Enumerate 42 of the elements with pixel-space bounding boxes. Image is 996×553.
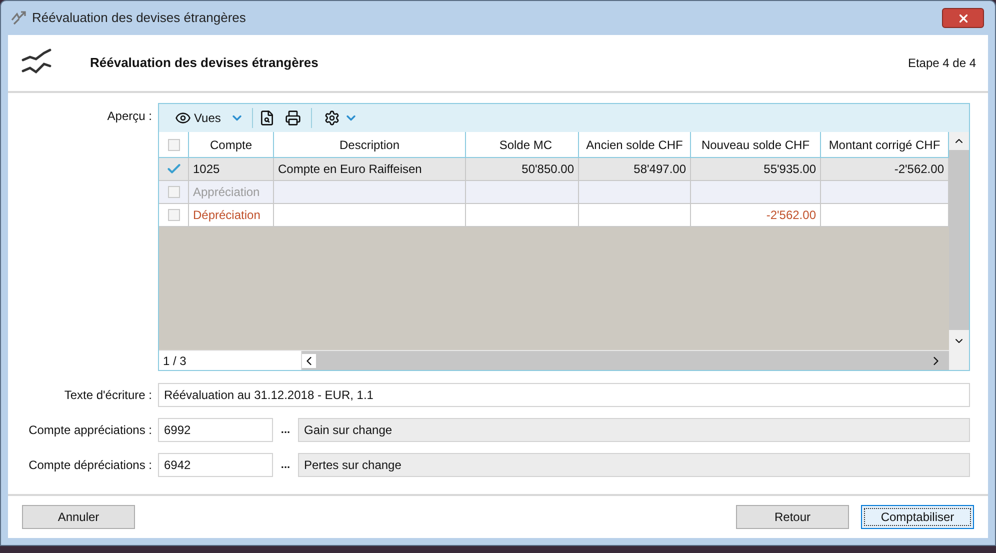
eye-icon (175, 110, 191, 126)
print-icon[interactable] (284, 110, 301, 126)
table-row[interactable]: 1025 Compte en Euro Raiffeisen 50'850.00 58'497.00 55'935.00 -2'562.00 (159, 158, 949, 181)
table-cell-text: -2'562.00 (766, 207, 816, 224)
account-name-field: Gain sur change (298, 418, 970, 442)
account-name-field: Pertes sur change (298, 453, 970, 477)
account-field[interactable]: 6942 (158, 453, 273, 477)
close-icon (956, 12, 970, 24)
horizontal-scrollbar[interactable] (301, 351, 949, 370)
table-cell-text: Appréciation (193, 184, 260, 201)
window-title: Réévaluation des devises étrangères (32, 9, 246, 28)
vertical-scrollbar[interactable] (949, 132, 969, 370)
table-cell-text: Dépréciation (193, 207, 260, 224)
close-button[interactable] (942, 8, 984, 28)
field-label: Aperçu : (106, 108, 153, 125)
arrows-icon (10, 10, 28, 26)
dialog-button[interactable]: Retour (736, 505, 849, 529)
table-cell-text: Compte en Euro Raiffeisen (278, 161, 422, 178)
table-cell-text: 50'850.00 (522, 161, 574, 178)
table-row[interactable]: Dépréciation -2'562.00 (159, 204, 949, 227)
gear-icon (324, 110, 340, 126)
preview-icon[interactable] (258, 110, 275, 126)
field-label: Texte d'écriture : (63, 387, 153, 404)
field-label: Compte appréciations : (28, 422, 153, 439)
settings-button[interactable] (324, 110, 358, 126)
checkbox[interactable] (168, 186, 180, 198)
scroll-left-icon[interactable] (302, 354, 316, 368)
table-cell-text: 55'935.00 (764, 161, 816, 178)
step-indicator: Etape 4 de 4 (908, 55, 976, 72)
checkbox[interactable] (168, 138, 180, 150)
table-cell-text: 58'497.00 (634, 161, 686, 178)
dialog-button[interactable]: Comptabiliser (861, 505, 974, 529)
table-cell-text: 1025 (193, 161, 220, 178)
views-button[interactable]: Vues (173, 109, 246, 127)
dialog-button[interactable]: Annuler (22, 505, 135, 529)
table-cell-text: -2'562.00 (894, 161, 944, 178)
header-title: Réévaluation des devises étrangères (90, 54, 318, 72)
account-field[interactable]: 6992 (158, 418, 273, 442)
record-position: 1 / 3 (159, 351, 301, 370)
field-label: Compte dépréciations : (28, 457, 153, 474)
checkbox[interactable] (168, 209, 180, 221)
posting-text-field[interactable]: Réévaluation au 31.12.2018 - EUR, 1.1 (158, 383, 970, 407)
